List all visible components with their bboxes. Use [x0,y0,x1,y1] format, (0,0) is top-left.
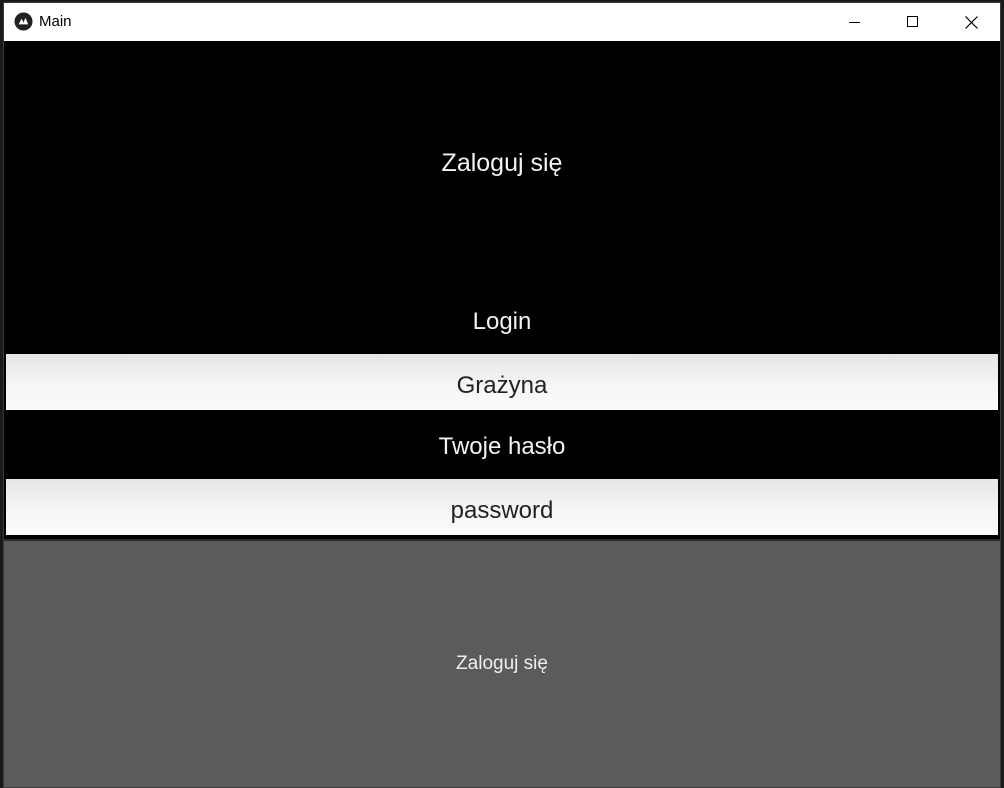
login-form: Zaloguj się Login Twoje hasło Zaloguj si… [4,41,1000,787]
close-icon [964,15,978,29]
login-button[interactable]: Zaloguj się [4,539,1000,787]
maximize-button[interactable] [884,3,942,41]
kivy-logo-icon [14,12,33,31]
window-title: Main [39,13,72,30]
password-label: Twoje hasło [438,433,566,460]
page-title: Zaloguj się [441,149,563,177]
close-button[interactable] [942,3,1000,41]
login-input[interactable] [4,352,1000,412]
login-label: Login [472,308,532,335]
app-window: Main Zaloguj się Login Twoje hasło Zalog… [3,2,1001,788]
maximize-icon [907,16,918,27]
password-input[interactable] [4,477,1000,537]
minimize-icon [849,22,860,23]
login-button-label: Zaloguj się [456,653,548,674]
title-bar[interactable]: Main [4,3,1000,41]
minimize-button[interactable] [826,3,884,41]
